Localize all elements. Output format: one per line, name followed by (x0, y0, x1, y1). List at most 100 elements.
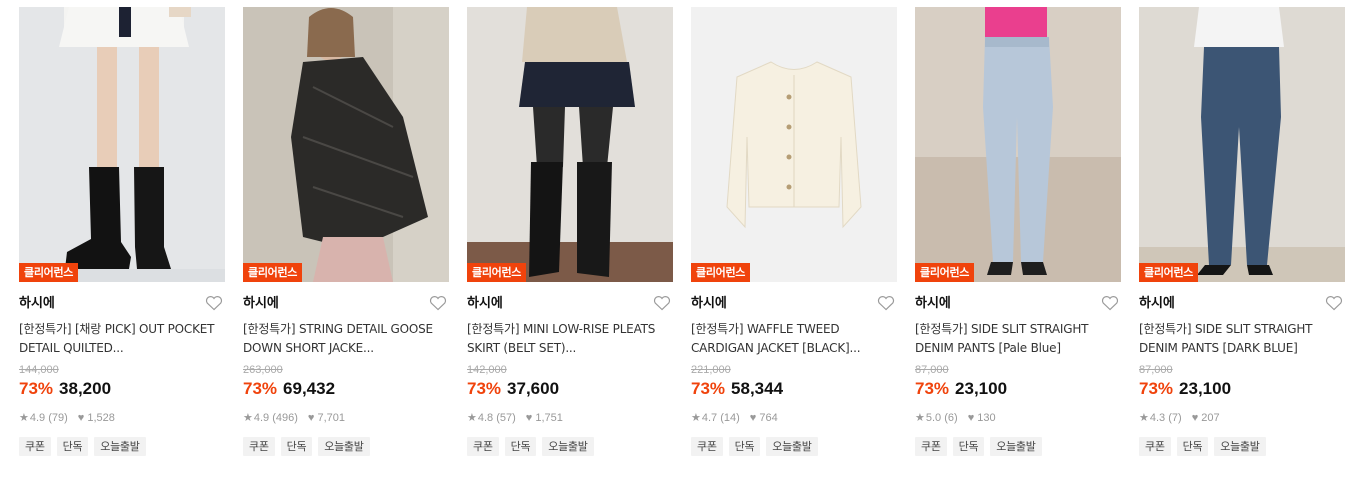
product-card[interactable]: 클리어런스 하시에 [한정특가] WAFFLE TWEED CARDIGAN J… (691, 7, 897, 477)
tag-ships-today: 오늘출발 (318, 437, 370, 456)
tag-exclusive: 단독 (952, 437, 985, 456)
product-image[interactable]: 클리어런스 (243, 7, 449, 282)
brand-name[interactable]: 하시에 (467, 296, 503, 311)
heart-outline-icon[interactable] (429, 295, 447, 311)
product-card[interactable]: 클리어런스 하시에 [한정특가] SIDE SLIT STRAIGHT DENI… (1139, 7, 1345, 477)
product-title[interactable]: [한정특가] SIDE SLIT STRAIGHT DENIM PANTS [D… (1139, 320, 1345, 358)
product-card[interactable]: 클리어런스 하시에 [한정특가] MINI LOW-RISE PLEATS SK… (467, 7, 673, 477)
product-image[interactable]: 클리어런스 (915, 7, 1121, 282)
sale-price: 23,100 (1179, 379, 1232, 398)
heart-outline-icon[interactable] (1325, 295, 1343, 311)
product-photo-pleats-skirt (467, 7, 673, 282)
like-count: 130 (977, 412, 996, 424)
tag-coupon: 쿠폰 (467, 437, 499, 456)
like-count: 764 (759, 412, 778, 424)
heart-icon: ♥ (1191, 412, 1199, 424)
product-image[interactable]: 클리어런스 (1139, 7, 1345, 282)
tag-coupon: 쿠폰 (19, 437, 51, 456)
tag-ships-today: 오늘출발 (990, 437, 1042, 456)
product-card[interactable]: 클리어런스 하시에 [한정특가] SIDE SLIT STRAIGHT DENI… (915, 7, 1121, 477)
clearance-badge: 클리어런스 (467, 263, 527, 282)
heart-icon: ♥ (749, 412, 757, 424)
star-icon: ★ (19, 412, 29, 424)
sale-price: 69,432 (283, 379, 336, 398)
sale-price: 58,344 (731, 379, 784, 398)
tag-coupon: 쿠폰 (1139, 437, 1171, 456)
tag-coupon: 쿠폰 (243, 437, 275, 456)
rating: 4.9 (253, 412, 270, 424)
original-price: 144,000 (19, 364, 59, 376)
tag-exclusive: 단독 (280, 437, 313, 456)
product-image[interactable]: 클리어런스 (19, 7, 225, 282)
heart-outline-icon[interactable] (1101, 295, 1119, 311)
tag-exclusive: 단독 (728, 437, 761, 456)
heart-outline-icon[interactable] (205, 295, 223, 311)
product-photo-pale-blue-denim (915, 7, 1121, 282)
tag-coupon: 쿠폰 (915, 437, 947, 456)
product-image[interactable]: 클리어런스 (691, 7, 897, 282)
product-card[interactable]: 클리어런스 하시에 [한정특가] STRING DETAIL GOOSE DOW… (243, 7, 449, 477)
tag-exclusive: 단독 (56, 437, 89, 456)
heart-icon: ♥ (525, 412, 533, 424)
star-icon: ★ (915, 412, 925, 424)
heart-icon: ♥ (307, 412, 315, 424)
discount-rate: 73% (1139, 379, 1174, 398)
discount-rate: 73% (467, 379, 502, 398)
heart-outline-icon[interactable] (877, 295, 895, 311)
tag-ships-today: 오늘출발 (766, 437, 818, 456)
star-icon: ★ (243, 412, 253, 424)
clearance-badge: 클리어런스 (691, 263, 751, 282)
clearance-badge: 클리어런스 (243, 263, 303, 282)
product-title[interactable]: [한정특가] WAFFLE TWEED CARDIGAN JACKET [BLA… (691, 320, 897, 358)
star-icon: ★ (467, 412, 477, 424)
brand-name[interactable]: 하시에 (243, 296, 279, 311)
clearance-badge: 클리어런스 (1139, 263, 1199, 282)
product-image[interactable]: 클리어런스 (467, 7, 673, 282)
discount-rate: 73% (691, 379, 726, 398)
review-count: (6) (944, 412, 958, 424)
rating: 4.8 (477, 412, 494, 424)
brand-name[interactable]: 하시에 (915, 296, 951, 311)
product-photo-down-jacket (243, 7, 449, 282)
like-count: 7,701 (317, 412, 345, 424)
like-count: 207 (1201, 412, 1220, 424)
tag-coupon: 쿠폰 (691, 437, 723, 456)
like-count: 1,528 (87, 412, 115, 424)
sale-price: 23,100 (955, 379, 1008, 398)
original-price: 221,000 (691, 364, 731, 376)
sale-price: 37,600 (507, 379, 560, 398)
clearance-badge: 클리어런스 (19, 263, 79, 282)
discount-rate: 73% (915, 379, 950, 398)
product-photo-dark-blue-denim (1139, 7, 1345, 282)
review-count: (57) (496, 412, 516, 424)
rating: 4.9 (29, 412, 46, 424)
review-count: (496) (272, 412, 298, 424)
star-icon: ★ (691, 412, 701, 424)
rating: 4.7 (701, 412, 718, 424)
clearance-badge: 클리어런스 (915, 263, 975, 282)
product-photo-tweed-cardigan (691, 7, 897, 282)
like-count: 1,751 (535, 412, 563, 424)
brand-name[interactable]: 하시에 (19, 296, 55, 311)
review-count: (7) (1168, 412, 1182, 424)
tag-exclusive: 단독 (504, 437, 537, 456)
original-price: 263,000 (243, 364, 283, 376)
brand-name[interactable]: 하시에 (691, 296, 727, 311)
product-card[interactable]: 클리어런스 하시에 [한정특가] [채랑 PICK] OUT POCKET DE… (19, 7, 225, 477)
rating: 5.0 (925, 412, 942, 424)
product-title[interactable]: [한정특가] STRING DETAIL GOOSE DOWN SHORT JA… (243, 320, 449, 358)
original-price: 142,000 (467, 364, 507, 376)
heart-icon: ♥ (77, 412, 85, 424)
original-price: 87,000 (1139, 364, 1173, 376)
product-title[interactable]: [한정특가] MINI LOW-RISE PLEATS SKIRT (BELT … (467, 320, 673, 358)
heart-icon: ♥ (967, 412, 975, 424)
discount-rate: 73% (19, 379, 54, 398)
product-title[interactable]: [한정특가] [채랑 PICK] OUT POCKET DETAIL QUILT… (19, 320, 225, 358)
tag-ships-today: 오늘출발 (94, 437, 146, 456)
brand-name[interactable]: 하시에 (1139, 296, 1175, 311)
tag-exclusive: 단독 (1176, 437, 1209, 456)
discount-rate: 73% (243, 379, 278, 398)
heart-outline-icon[interactable] (653, 295, 671, 311)
product-title[interactable]: [한정특가] SIDE SLIT STRAIGHT DENIM PANTS [P… (915, 320, 1121, 358)
star-icon: ★ (1139, 412, 1149, 424)
